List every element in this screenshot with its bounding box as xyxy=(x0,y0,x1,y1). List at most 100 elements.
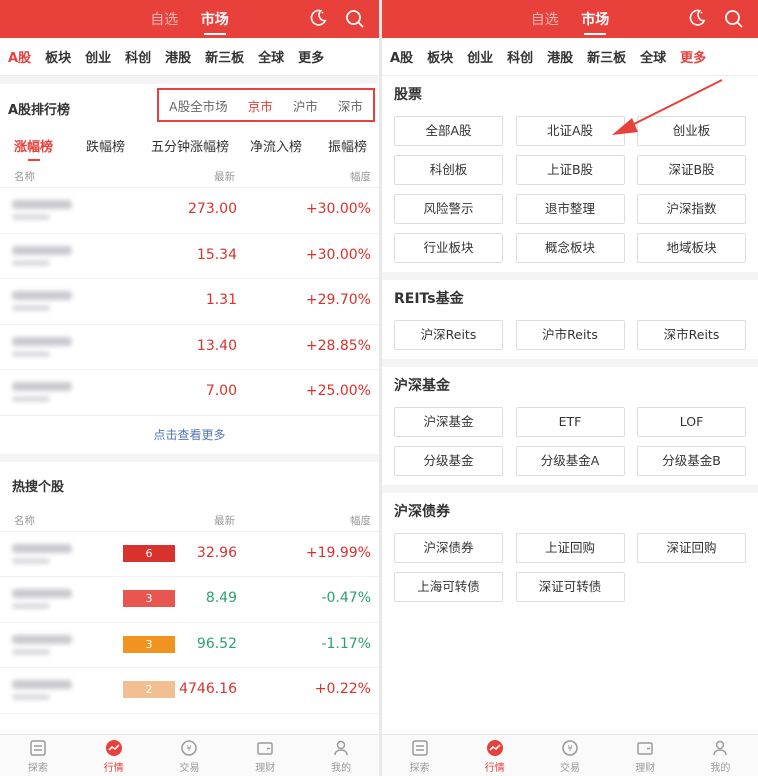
nav-wealth[interactable]: 理财 xyxy=(608,735,683,776)
top-bar: 自选 市场 xyxy=(382,0,758,38)
market-button[interactable]: 沪市Reits xyxy=(515,320,625,350)
column-header: 名称 最新 幅度 xyxy=(0,506,379,532)
cat-tab[interactable]: 板块 xyxy=(45,47,71,66)
market-button[interactable]: ETF xyxy=(515,407,625,437)
market-option-selected[interactable]: 京市 xyxy=(248,96,273,115)
nav-trade[interactable]: ¥ 交易 xyxy=(532,735,607,776)
blurred-name xyxy=(12,589,72,598)
cat-tab[interactable]: 新三板 xyxy=(205,47,244,66)
market-option[interactable]: A股全市场 xyxy=(169,96,228,115)
market-button[interactable]: 上证回购 xyxy=(515,533,625,563)
wallet-icon xyxy=(637,742,653,755)
cat-tab[interactable]: 创业 xyxy=(467,47,493,66)
night-mode-icon[interactable] xyxy=(688,9,706,27)
market-button[interactable]: 上海可转债 xyxy=(394,572,503,602)
search-icon[interactable] xyxy=(724,9,744,29)
subtab-gainers[interactable]: 涨幅榜 xyxy=(14,136,53,161)
market-button[interactable]: 沪深Reits xyxy=(394,320,503,350)
table-row[interactable]: 1.31 +29.70% xyxy=(0,279,379,325)
subtab-five-min[interactable]: 五分钟涨幅榜 xyxy=(151,136,229,155)
market-button[interactable]: 行业板块 xyxy=(394,233,503,263)
nav-market[interactable]: 行情 xyxy=(457,735,532,776)
cat-tab[interactable]: 创业 xyxy=(85,47,111,66)
market-section: 沪深债券 沪深债券 上证回购 深证回购 上海可转债 深证可转债 xyxy=(382,493,758,611)
market-option[interactable]: 沪市 xyxy=(293,96,318,115)
section-title: 沪深债券 xyxy=(394,504,450,520)
heat-badge: 3 xyxy=(123,635,175,653)
cat-tab[interactable]: 更多 xyxy=(298,47,324,66)
price: 273.00 xyxy=(188,201,237,217)
change: +28.85% xyxy=(305,337,371,354)
market-button[interactable]: 上证B股 xyxy=(515,155,625,185)
svg-text:¥: ¥ xyxy=(187,744,192,753)
market-button[interactable]: 深证可转债 xyxy=(515,572,625,602)
nav-trade[interactable]: ¥ 交易 xyxy=(152,735,228,776)
nav-explore[interactable]: 探索 xyxy=(0,735,76,776)
price: 15.34 xyxy=(196,246,237,263)
market-button[interactable]: 北证A股 xyxy=(515,116,625,146)
market-button[interactable]: 分级基金A xyxy=(515,446,625,476)
market-button[interactable]: 创业板 xyxy=(637,116,746,146)
change: +30.00% xyxy=(305,246,371,263)
market-ranking-panel: 自选 市场 A股 板块 创业 科创 港股 新三板 全球 更多 A股排行榜 A股全… xyxy=(0,0,379,776)
market-button[interactable]: 风险警示 xyxy=(394,194,503,224)
cat-tab[interactable]: 板块 xyxy=(427,47,453,66)
section-title: REITs基金 xyxy=(394,291,464,307)
market-button[interactable]: LOF xyxy=(637,407,746,437)
market-button[interactable]: 分级基金 xyxy=(394,446,503,476)
table-row[interactable]: 13.40 +28.85% xyxy=(0,325,379,370)
market-button[interactable]: 退市整理 xyxy=(515,194,625,224)
market-button[interactable]: 沪深基金 xyxy=(394,407,503,437)
cat-tab-more[interactable]: 更多 xyxy=(680,47,706,66)
cat-tab[interactable]: A股 xyxy=(390,47,413,66)
tab-watchlist[interactable]: 自选 xyxy=(150,12,178,28)
market-option[interactable]: 深市 xyxy=(338,96,363,115)
table-row[interactable]: 3 96.52 -1.17% xyxy=(0,623,379,668)
cat-tab[interactable]: 全球 xyxy=(640,47,666,66)
table-row[interactable]: 2 4746.16 +0.22% xyxy=(0,668,379,714)
market-button[interactable]: 科创板 xyxy=(394,155,503,185)
subtab-inflow[interactable]: 净流入榜 xyxy=(250,136,302,155)
cat-tab[interactable]: 科创 xyxy=(507,47,533,66)
nav-explore[interactable]: 探索 xyxy=(382,735,457,776)
table-row[interactable]: 7.00 +25.00% xyxy=(0,370,379,416)
night-mode-icon[interactable] xyxy=(309,9,327,27)
divider xyxy=(382,272,758,280)
divider xyxy=(382,359,758,367)
market-button[interactable]: 深证B股 xyxy=(637,155,746,185)
search-icon[interactable] xyxy=(345,9,365,29)
cat-tab[interactable]: 港股 xyxy=(547,47,573,66)
table-row[interactable]: 6 32.96 +19.99% xyxy=(0,532,379,577)
tab-watchlist[interactable]: 自选 xyxy=(531,12,559,28)
nav-market[interactable]: 行情 xyxy=(76,735,152,776)
tab-market[interactable]: 市场 xyxy=(581,12,609,28)
subtab-losers[interactable]: 跌幅榜 xyxy=(86,136,125,155)
market-button[interactable]: 深市Reits xyxy=(637,320,746,350)
cat-tab[interactable]: 新三板 xyxy=(587,47,626,66)
market-button[interactable]: 概念板块 xyxy=(515,233,625,263)
cat-tab[interactable]: 科创 xyxy=(125,47,151,66)
cat-tab[interactable]: 全球 xyxy=(258,47,284,66)
subtab-amplitude[interactable]: 振幅榜 xyxy=(328,136,367,155)
change: +25.00% xyxy=(305,383,371,399)
cat-tab[interactable]: A股 xyxy=(8,47,31,66)
blurred-name xyxy=(12,634,72,644)
market-button[interactable]: 全部A股 xyxy=(394,116,503,146)
top-bar: 自选 市场 xyxy=(0,0,379,38)
nav-mine[interactable]: 我的 xyxy=(303,735,379,776)
market-button[interactable]: 沪深债券 xyxy=(394,533,503,563)
cat-tab[interactable]: 港股 xyxy=(165,47,191,66)
nav-mine[interactable]: 我的 xyxy=(683,735,758,776)
table-row[interactable]: 3 8.49 -0.47% xyxy=(0,577,379,623)
market-button[interactable]: 分级基金B xyxy=(637,446,746,476)
market-button[interactable]: 地域板块 xyxy=(637,233,746,263)
col-name: 名称 xyxy=(14,171,35,183)
market-button[interactable]: 深证回购 xyxy=(637,533,746,563)
tab-market[interactable]: 市场 xyxy=(201,12,229,28)
table-row[interactable]: 273.00 +30.00% xyxy=(0,188,379,234)
market-button[interactable]: 沪深指数 xyxy=(637,194,746,224)
nav-wealth[interactable]: 理财 xyxy=(227,735,303,776)
blurred-name xyxy=(12,382,72,391)
table-row[interactable]: 15.34 +30.00% xyxy=(0,234,379,279)
view-more-link[interactable]: 点击查看更多 xyxy=(0,416,379,454)
